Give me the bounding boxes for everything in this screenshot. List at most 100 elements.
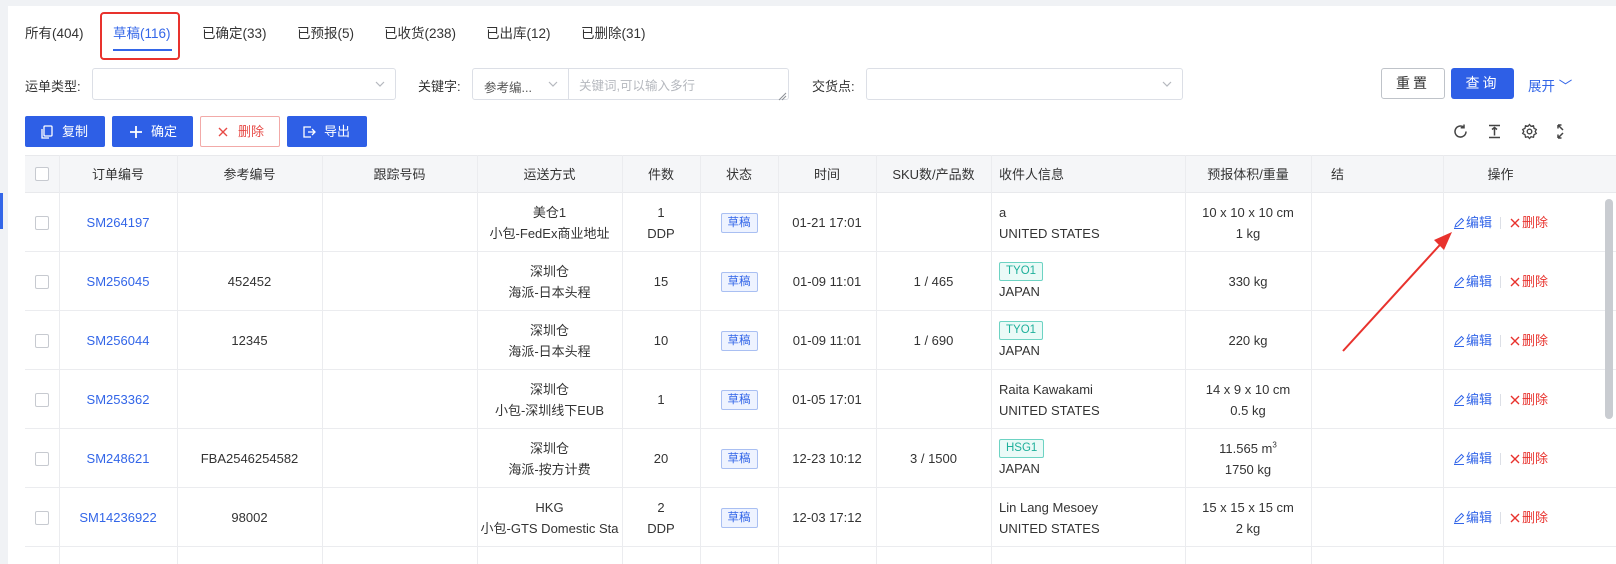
ops-divider — [1500, 275, 1501, 288]
fullscreen-icon[interactable] — [1556, 123, 1573, 140]
time-cell: 12-23 10:12 — [778, 429, 876, 488]
extra-cell — [1311, 488, 1443, 547]
zone-badge: TYO1 — [999, 261, 1044, 281]
status-cell: 草稿 — [700, 252, 778, 311]
keyword-label: 关键字: — [418, 79, 461, 94]
time-cell: 01-21 17:01 — [778, 193, 876, 252]
column-height-icon[interactable] — [1486, 123, 1503, 140]
ops-cell: 编辑 删除 — [1443, 252, 1558, 311]
edit-link[interactable]: 编辑 — [1453, 448, 1492, 469]
gear-icon[interactable] — [1521, 123, 1538, 140]
ref-no-cell: 98002 — [177, 488, 322, 547]
delete-link[interactable]: 删除 — [1509, 389, 1548, 410]
extra-cell — [1311, 252, 1443, 311]
ops-divider — [1500, 334, 1501, 347]
close-icon — [1509, 276, 1521, 288]
order-no-link[interactable]: SM256044 — [87, 330, 150, 351]
vertical-scrollbar[interactable] — [1605, 199, 1613, 419]
edit-label: 编辑 — [1465, 333, 1492, 348]
column-divider — [778, 155, 779, 564]
keyword-input[interactable] — [568, 68, 789, 100]
order-no-link[interactable]: SM14236922 — [79, 507, 156, 528]
weight-value: 2 kg — [1235, 520, 1261, 536]
order-time: 01-21 17:01 — [792, 215, 862, 230]
refresh-icon[interactable] — [1452, 123, 1469, 140]
tab-received[interactable]: 已收货(238) — [384, 22, 456, 42]
edit-link[interactable]: 编辑 — [1453, 212, 1492, 233]
sku-count: 1 / 465 — [913, 274, 954, 289]
tab-draft[interactable]: 草稿(116) — [113, 22, 171, 42]
delete-label: 删除 — [1522, 215, 1549, 230]
order-no-link[interactable]: SM248621 — [87, 448, 150, 469]
edit-link[interactable]: 编辑 — [1453, 389, 1492, 410]
order-no-link[interactable]: SM253362 — [87, 389, 150, 410]
row-checkbox[interactable] — [35, 451, 49, 466]
tab-confirmed[interactable]: 已确定(33) — [202, 22, 267, 42]
shipping-cell: 深圳仓 海派-日本头程 — [477, 311, 622, 370]
delete-label: 删除 — [1522, 274, 1549, 289]
delivery-point-label: 交货点: — [812, 79, 855, 94]
row-checkbox[interactable] — [35, 333, 49, 348]
row-checkbox[interactable] — [35, 510, 49, 525]
column-divider — [1443, 155, 1444, 564]
query-button[interactable]: 查询 — [1451, 68, 1514, 99]
warehouse: 深圳仓 — [529, 381, 569, 397]
order-no-link[interactable]: SM256045 — [87, 271, 150, 292]
order-no-link[interactable]: SM264197 — [87, 212, 150, 233]
header-ref-no: 参考编号 — [223, 167, 276, 182]
status-badge: 草稿 — [720, 271, 758, 292]
row-checkbox[interactable] — [35, 215, 49, 230]
column-divider — [876, 155, 877, 564]
delivery-point-select[interactable] — [866, 68, 1183, 100]
edit-label: 编辑 — [1465, 215, 1492, 230]
edit-link[interactable]: 编辑 — [1453, 330, 1492, 351]
time-cell: 01-09 11:01 — [778, 311, 876, 370]
tab-deleted[interactable]: 已删除(31) — [581, 22, 646, 42]
copy-button[interactable]: 复制 — [25, 116, 105, 147]
edit-link[interactable]: 编辑 — [1453, 507, 1492, 528]
keyword-type-select[interactable]: 参考编... — [472, 68, 569, 100]
edit-link[interactable]: 编辑 — [1453, 271, 1492, 292]
status-badge: 草稿 — [720, 448, 758, 469]
tracking-no-cell — [322, 311, 477, 370]
recipient-country: JAPAN — [999, 460, 1040, 476]
status-cell: 草稿 — [700, 429, 778, 488]
tab-forecast[interactable]: 已预报(5) — [297, 22, 354, 42]
tracking-no-cell — [322, 252, 477, 311]
recipient-country: JAPAN — [999, 342, 1040, 358]
delete-link[interactable]: 删除 — [1509, 271, 1548, 292]
delete-button[interactable]: 删除 — [200, 116, 280, 147]
sku-count: 3 / 1500 — [910, 451, 957, 466]
shipping-cell: 深圳仓 海派-按方计费 — [477, 429, 622, 488]
delete-link[interactable]: 删除 — [1509, 330, 1548, 351]
shipping-cell: 美仓1 小包-FedEx商业地址 — [477, 193, 622, 252]
expand-toggle[interactable]: 展开 ﹀ — [1528, 75, 1572, 95]
header-shipping: 运送方式 — [523, 167, 576, 182]
volume-value: 14 x 9 x 10 cm — [1205, 381, 1291, 397]
confirm-button[interactable]: 确定 — [112, 116, 193, 147]
order-no-cell: SM256045 — [59, 252, 177, 311]
row-select-cell — [25, 488, 59, 547]
resize-handle-icon[interactable] — [778, 89, 787, 101]
tab-shipped[interactable]: 已出库(12) — [486, 22, 551, 42]
export-button[interactable]: 导出 — [287, 116, 367, 147]
chevron-down-icon — [373, 77, 387, 91]
delete-link[interactable]: 删除 — [1509, 448, 1548, 469]
pieces-count: 20 — [653, 451, 669, 466]
ops-cell: 编辑 删除 — [1443, 193, 1558, 252]
table-row: SM264197 美仓1 小包-FedEx商业地址 1 DDP 草稿 01-21 17:01… — [25, 193, 1616, 252]
tab-all[interactable]: 所有(404) — [25, 22, 84, 42]
column-divider — [59, 155, 60, 564]
volume-line-1: 14 x 9 x 10 cm — [1206, 379, 1291, 400]
reset-button[interactable]: 重置 — [1381, 68, 1445, 99]
row-checkbox[interactable] — [35, 274, 49, 289]
delete-link[interactable]: 删除 — [1509, 212, 1548, 233]
volume-cell: 220 kg — [1185, 311, 1311, 370]
row-checkbox[interactable] — [35, 392, 49, 407]
waybill-type-select[interactable] — [92, 68, 396, 100]
table-row: SM253362 深圳仓 小包-深圳线下EUB 1 草稿 01-05 17:01 Raita… — [25, 370, 1616, 429]
select-all-checkbox[interactable] — [35, 167, 49, 181]
ref-no: FBA2546254582 — [200, 451, 299, 466]
ref-no-cell: 452452 — [177, 252, 322, 311]
delete-link[interactable]: 删除 — [1509, 507, 1548, 528]
